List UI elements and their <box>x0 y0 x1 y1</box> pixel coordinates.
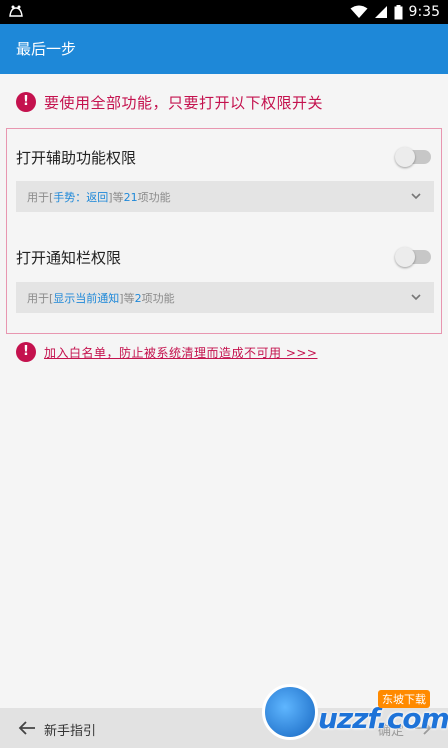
app-notification-icon <box>9 5 23 17</box>
wifi-icon <box>350 5 368 18</box>
guide-button[interactable]: 新手指引 <box>44 720 96 739</box>
status-bar: 9:35 <box>0 0 448 24</box>
toggle-knob <box>395 247 415 267</box>
permissions-panel: 打开辅助功能权限 用于[手势：返回]等21项功能 打开通知栏权限 用于[显示当前… <box>6 128 442 334</box>
warning-text: 要使用全部功能，只要打开以下权限开关 <box>44 93 324 112</box>
accessibility-toggle[interactable] <box>395 147 431 167</box>
watermark-logo-icon <box>262 684 318 740</box>
permission-title-notification: 打开通知栏权限 <box>16 249 122 267</box>
app-bar: 最后一步 <box>0 24 448 74</box>
warning-message: ! 要使用全部功能，只要打开以下权限开关 <box>16 92 323 112</box>
watermark-tag: 东坡下载 <box>378 690 430 708</box>
whitelist-row: ! 加入白名单，防止被系统清理而造成不可用 >>> <box>16 342 317 362</box>
chevron-down-icon <box>411 193 421 200</box>
exclamation-icon: ! <box>16 342 36 362</box>
exclamation-icon: ! <box>16 92 36 112</box>
toggle-knob <box>395 147 415 167</box>
accessibility-detail-row[interactable]: 用于[手势：返回]等21项功能 <box>16 181 434 212</box>
signal-icon <box>374 6 387 18</box>
notification-toggle[interactable] <box>395 247 431 267</box>
watermark: uzzf.com 东坡下载 <box>262 684 448 744</box>
page-title: 最后一步 <box>16 40 77 58</box>
permission-title-accessibility: 打开辅助功能权限 <box>16 149 137 167</box>
back-arrow-icon[interactable] <box>18 720 36 736</box>
notification-detail-row[interactable]: 用于[显示当前通知]等2项功能 <box>16 282 434 313</box>
chevron-down-icon <box>411 294 421 301</box>
status-time: 9:35 <box>408 4 440 20</box>
notification-detail-text: 用于[显示当前通知]等2项功能 <box>27 292 175 305</box>
accessibility-detail-text: 用于[手势：返回]等21项功能 <box>27 191 171 204</box>
battery-icon <box>394 4 403 19</box>
whitelist-link[interactable]: 加入白名单，防止被系统清理而造成不可用 >>> <box>44 344 317 361</box>
